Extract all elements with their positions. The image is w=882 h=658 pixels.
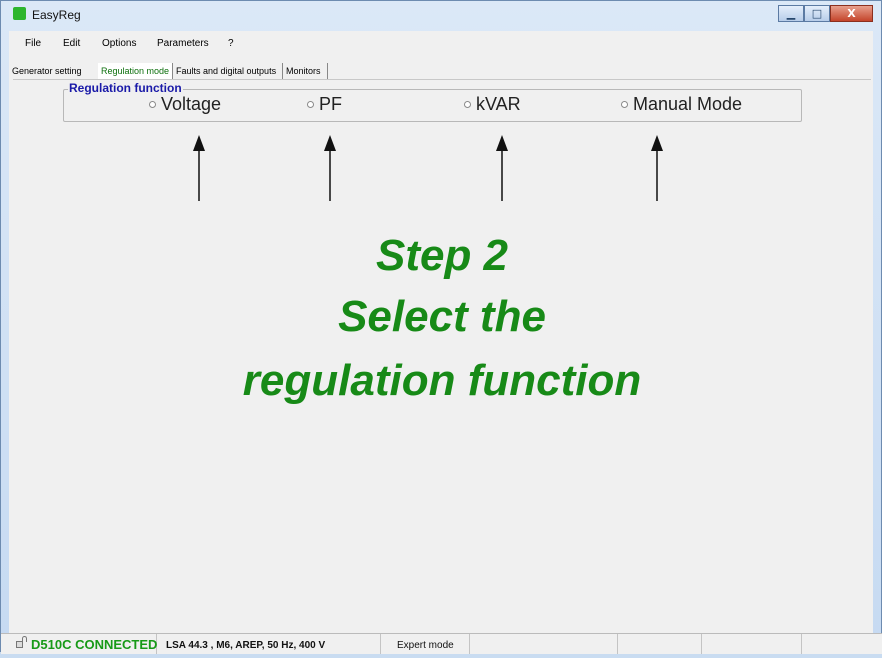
arrow-manual-mode-icon bbox=[651, 135, 663, 201]
arrow-kvar-icon bbox=[496, 135, 508, 201]
device-info: LSA 44.3 , M6, AREP, 50 Hz, 400 V bbox=[157, 634, 381, 654]
status-bar: D510C CONNECTED LSA 44.3 , M6, AREP, 50 … bbox=[1, 633, 882, 654]
connection-status: D510C CONNECTED bbox=[29, 634, 157, 654]
arrow-voltage-icon bbox=[193, 135, 205, 201]
easyreg-window: EasyReg ▁ □ X File Edit Options Paramete… bbox=[0, 0, 882, 654]
status-cell-empty-3 bbox=[702, 634, 802, 654]
arrow-pf-icon bbox=[324, 135, 336, 201]
mode-status: Expert mode bbox=[381, 634, 470, 654]
overlay-instruction-text-2: regulation function bbox=[242, 356, 642, 405]
status-cell-empty-1 bbox=[470, 634, 618, 654]
status-cell-empty-2 bbox=[618, 634, 702, 654]
overlay-instruction-text: Select the bbox=[338, 292, 546, 341]
lock-body-icon bbox=[16, 641, 23, 648]
overlay-step-text: Step 2 bbox=[375, 231, 509, 280]
